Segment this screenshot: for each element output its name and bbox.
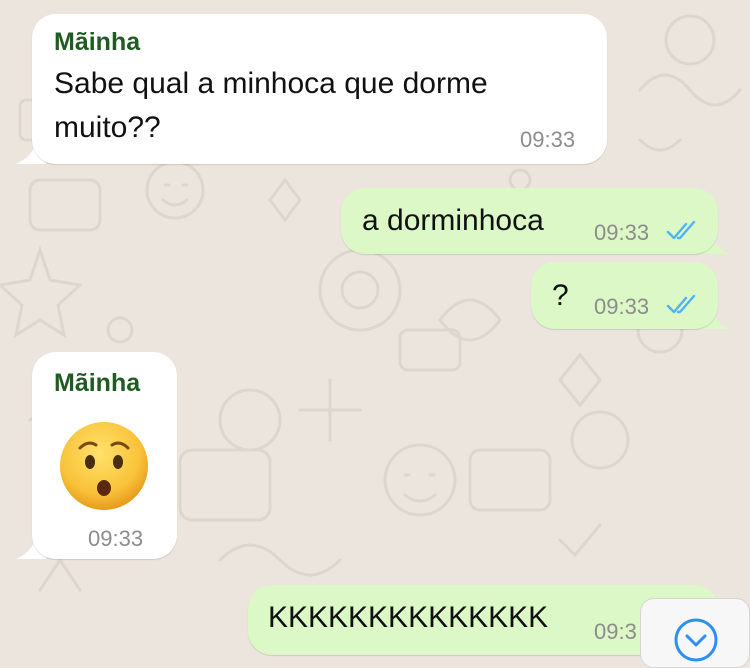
chevron-down-icon	[674, 618, 718, 662]
read-ticks-icon	[666, 221, 696, 240]
message-text: KKKKKKKKKKKKKK	[268, 601, 549, 634]
sender-name: Mãinha	[54, 369, 141, 397]
message-time: 09:33	[594, 220, 650, 245]
message-time: 09:33	[88, 526, 144, 551]
message-text-line-1: Sabe qual a minhoca que dorme	[54, 67, 488, 100]
message-time: 09:33	[594, 294, 650, 319]
sender-name: Mãinha	[54, 28, 141, 56]
message-text-line-2: muito??	[54, 111, 161, 144]
message-text: ?	[552, 279, 569, 312]
message-time: 09:3	[594, 619, 637, 644]
hushed-face-icon	[60, 422, 148, 510]
message-time: 09:33	[520, 127, 576, 152]
scroll-to-bottom-button[interactable]	[640, 598, 750, 668]
read-ticks-icon	[666, 295, 696, 314]
message-text: a dorminhoca	[362, 204, 544, 237]
